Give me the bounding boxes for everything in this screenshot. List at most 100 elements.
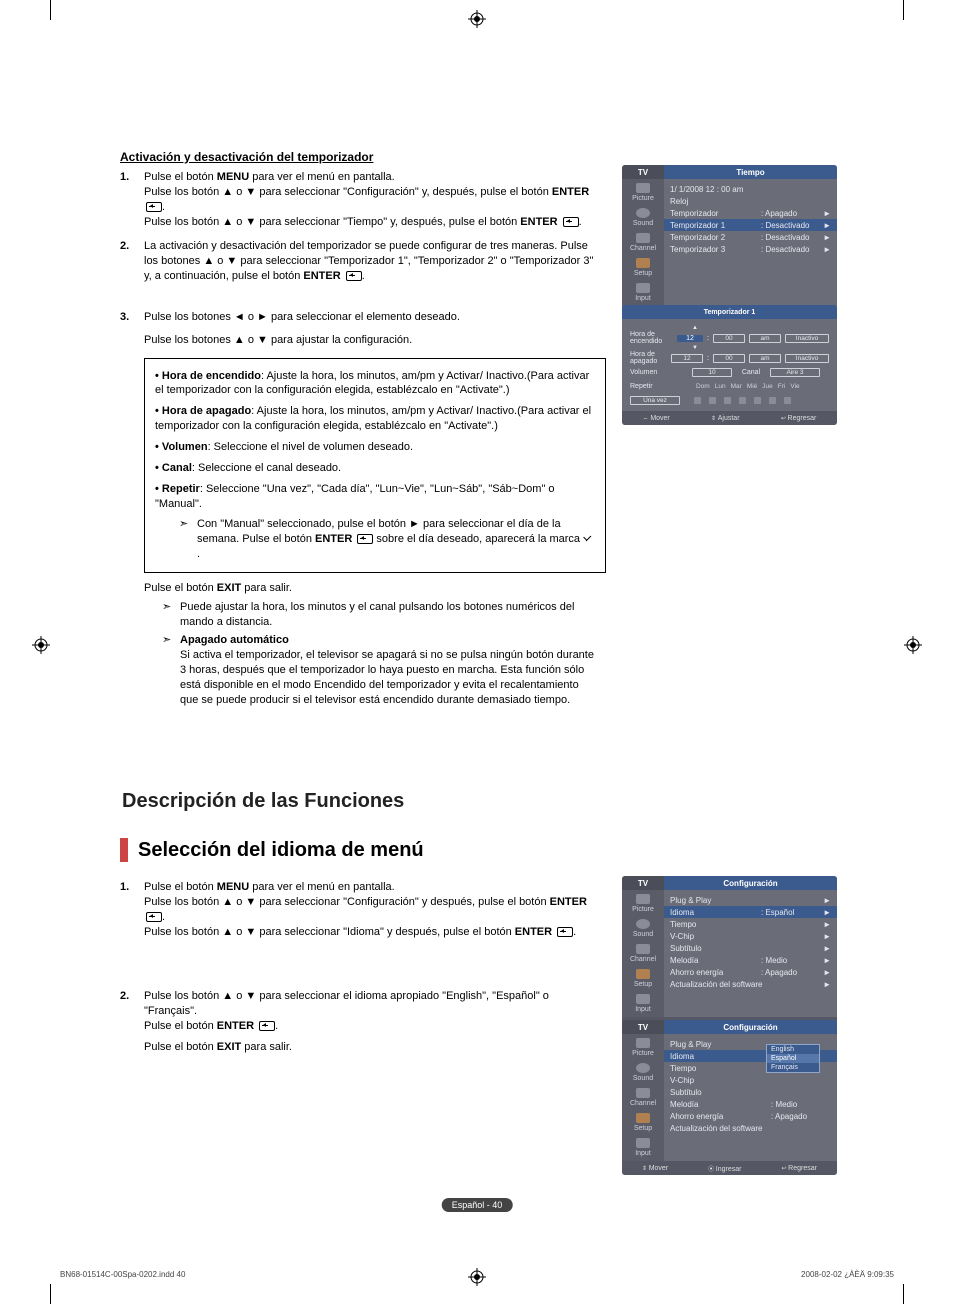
enter-icon <box>146 202 162 212</box>
note-icon: ➣ <box>162 633 180 707</box>
osd-row[interactable]: V-Chip <box>670 1074 831 1086</box>
registration-mark-icon <box>468 1268 486 1286</box>
heading-bar-icon <box>120 838 128 862</box>
footer-right: 2008-02-02 ¿ÀÈÄ 9:09:35 <box>801 1270 894 1279</box>
page-number-badge: Español - 40 <box>442 1198 513 1212</box>
day-checkbox[interactable] <box>724 397 731 404</box>
timer-on-row[interactable]: Hora de encendido 12: 00 am Inactivo <box>630 331 829 345</box>
enter-icon <box>146 912 162 922</box>
registration-mark-icon <box>468 10 486 28</box>
picture-icon <box>636 894 650 904</box>
registration-mark-icon <box>904 636 922 654</box>
dropdown-option-selected[interactable]: Español <box>767 1054 819 1063</box>
timer-once-row[interactable]: Una vez <box>630 393 829 407</box>
osd-row[interactable]: Subtítulo <box>670 1086 831 1098</box>
osd-row[interactable]: Temporizador: Apagado► <box>670 207 831 219</box>
enter-icon <box>346 271 362 281</box>
step-number: 2. <box>120 239 144 284</box>
osd-title: Tiempo <box>664 165 837 179</box>
note-text: Puede ajustar la hora, los minutos y el … <box>180 600 600 630</box>
day-checkbox[interactable] <box>769 397 776 404</box>
osd-row[interactable]: Plug & Play► <box>670 894 831 906</box>
day-checkbox[interactable] <box>739 397 746 404</box>
osd-row[interactable]: Temporizador 2: Desactivado► <box>670 231 831 243</box>
dropdown-option[interactable]: Français <box>767 1063 819 1072</box>
input-icon <box>636 283 650 293</box>
channel-icon <box>636 233 650 243</box>
osd-row[interactable]: V-Chip► <box>670 930 831 942</box>
registration-mark-icon <box>32 636 50 654</box>
section-heading: Activación y desactivación del temporiza… <box>120 150 600 164</box>
osd-sidebar: Picture Sound Channel Setup Input <box>622 890 664 1017</box>
day-checkbox[interactable] <box>784 397 791 404</box>
osd-config2-panel: TV Configuración Picture Sound Channel S… <box>622 1020 837 1175</box>
sound-icon <box>636 1063 650 1073</box>
osd-sidebar: Picture Sound Channel Setup Input <box>622 179 664 306</box>
enter-icon <box>563 217 579 227</box>
enter-icon <box>557 927 573 937</box>
picture-icon <box>636 183 650 193</box>
osd-sidebar: Picture Sound Channel Setup Input <box>622 1034 664 1161</box>
osd-clock: 1/ 1/2008 12 : 00 am <box>670 185 831 194</box>
input-icon <box>636 1138 650 1148</box>
osd-title: Configuración <box>664 876 837 890</box>
day-checkbox[interactable] <box>754 397 761 404</box>
step-number: 1. <box>120 170 144 229</box>
timer-volume-row[interactable]: Volumen 10 Canal Aire 3 <box>630 365 829 379</box>
channel-icon <box>636 944 650 954</box>
note-text: Apagado automático Si activa el temporiz… <box>180 633 600 707</box>
osd-row[interactable]: Actualización del software <box>670 1122 831 1134</box>
setup-icon <box>636 969 650 979</box>
step-number: 2. <box>120 989 144 1054</box>
check-icon <box>583 535 593 543</box>
input-icon <box>636 994 650 1004</box>
note-icon: ➣ <box>162 600 180 630</box>
osd-row[interactable]: Melodía: Medio► <box>670 954 831 966</box>
osd-foot-move: Mover <box>642 1165 668 1172</box>
osd-tiempo-panel: TV Tiempo Picture Sound Channel Setup In… <box>622 165 837 320</box>
osd-title: Configuración <box>664 1020 837 1034</box>
channel-icon <box>636 1088 650 1098</box>
day-checkbox[interactable] <box>709 397 716 404</box>
osd-row[interactable]: Melodía: Medio <box>670 1098 831 1110</box>
osd-row[interactable]: Tiempo► <box>670 918 831 930</box>
osd-tv-label: TV <box>622 876 664 890</box>
osd-row-selected[interactable]: Temporizador 1: Desactivado► <box>664 219 837 231</box>
sub-heading: Selección del idioma de menú <box>138 839 424 862</box>
sound-icon <box>636 208 650 218</box>
osd-row[interactable]: Actualización del software► <box>670 978 831 990</box>
step-number: 1. <box>120 880 144 939</box>
timer-off-row[interactable]: Hora de apagado 12: 00 am Inactivo <box>630 351 829 365</box>
language-dropdown[interactable]: English Español Français <box>766 1044 820 1073</box>
day-checkbox[interactable] <box>694 397 701 404</box>
osd-tv-label: TV <box>622 1020 664 1034</box>
step-body: Pulse los botones ◄ o ► para seleccionar… <box>144 310 600 348</box>
step-body: Pulse los botón ▲ o ▼ para seleccionar e… <box>144 989 600 1054</box>
note-icon: ➣ <box>179 517 197 562</box>
osd-foot-move: Mover <box>643 415 670 422</box>
step-body: Pulse el botón MENU para ver el menú en … <box>144 880 600 939</box>
osd-row[interactable]: Temporizador 3: Desactivado► <box>670 243 831 255</box>
osd-row[interactable]: Subtítulo► <box>670 942 831 954</box>
osd-row[interactable]: Reloj <box>670 195 831 207</box>
setup-icon <box>636 1113 650 1123</box>
picture-icon <box>636 1038 650 1048</box>
setup-icon <box>636 258 650 268</box>
dropdown-option[interactable]: English <box>767 1045 819 1054</box>
timer-repeat-row[interactable]: Repetir Dom Lun Mar Mié Jue Fri Vie <box>630 379 829 393</box>
osd-foot-return: Regresar <box>781 1165 817 1172</box>
osd-row[interactable]: Ahorro energía: Apagado <box>670 1110 831 1122</box>
major-heading: Descripción de las Funciones <box>122 790 404 813</box>
detail-box: Hora de encendido: Ajuste la hora, los m… <box>144 358 606 573</box>
step-number: 3. <box>120 310 144 348</box>
osd-config-panel: TV Configuración Picture Sound Channel S… <box>622 876 837 1031</box>
osd-foot-adjust: Ajustar <box>711 415 740 422</box>
osd-timer1-panel: Temporizador 1 ▲ Hora de encendido 12: 0… <box>622 305 837 425</box>
enter-icon <box>357 534 373 544</box>
osd-row-selected[interactable]: Idioma: Español► <box>664 906 837 918</box>
osd-title: Temporizador 1 <box>622 305 837 319</box>
footer-left: BN68-01514C-00Spa-0202.indd 40 <box>60 1270 185 1279</box>
osd-tv-label: TV <box>622 165 664 179</box>
osd-row[interactable]: Ahorro energía: Apagado► <box>670 966 831 978</box>
osd-foot-enter: Ingresar <box>708 1164 741 1173</box>
